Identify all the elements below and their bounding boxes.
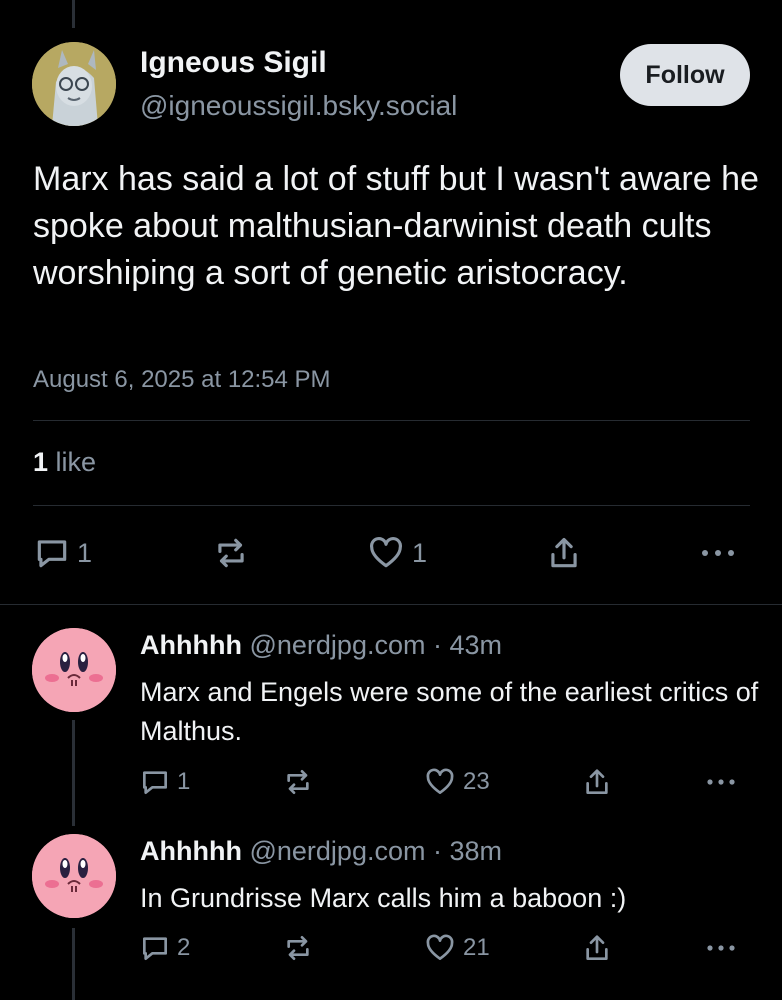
separator: · — [433, 630, 442, 660]
thread-line — [72, 928, 75, 1000]
more-options-button[interactable] — [702, 766, 740, 798]
repost-button[interactable] — [282, 932, 314, 964]
divider — [33, 420, 750, 421]
reply-text: Marx and Engels were some of the earlies… — [140, 677, 759, 746]
share-icon — [545, 534, 583, 572]
post-text: Marx has said a lot of stuff but I wasn'… — [33, 160, 759, 292]
like-count: 23 — [463, 768, 490, 795]
reply-count: 2 — [177, 934, 191, 961]
more-icon — [696, 534, 740, 572]
like-count: 21 — [463, 934, 490, 961]
repost-icon — [282, 932, 314, 964]
like-icon — [423, 766, 457, 798]
thread-line-top — [72, 0, 75, 28]
reply-button[interactable]: 1 — [139, 766, 190, 798]
reply-author-handle[interactable]: @nerdjpg.com — [249, 836, 425, 866]
divider — [33, 505, 750, 506]
repost-icon — [282, 766, 314, 798]
like-button[interactable]: 1 — [366, 534, 427, 572]
reply-header: Ahhhhh @nerdjpg.com · 43m — [140, 630, 502, 661]
reply-author-handle[interactable]: @nerdjpg.com — [249, 630, 425, 660]
reply-header: Ahhhhh @nerdjpg.com · 38m — [140, 836, 502, 867]
reply-icon — [139, 766, 171, 798]
reply-icon — [33, 534, 71, 572]
likes-count: 1 — [33, 447, 49, 477]
divider — [0, 604, 782, 605]
reply-icon — [139, 932, 171, 964]
more-icon — [702, 766, 740, 798]
reply-author-name[interactable]: Ahhhhh — [140, 630, 242, 660]
like-button[interactable]: 23 — [423, 766, 490, 798]
share-button[interactable] — [581, 766, 613, 798]
follow-button[interactable]: Follow — [620, 44, 750, 106]
author-name[interactable]: Igneous Sigil — [140, 46, 327, 80]
repost-button[interactable] — [212, 534, 250, 572]
like-count: 1 — [412, 537, 428, 568]
likes-summary[interactable]: 1 like — [33, 447, 96, 478]
author-avatar[interactable] — [32, 42, 116, 126]
like-icon — [423, 932, 457, 964]
reply-count: 1 — [77, 537, 93, 568]
reply-text: In Grundrisse Marx calls him a baboon :) — [140, 883, 627, 913]
reply-author-name[interactable]: Ahhhhh — [140, 836, 242, 866]
likes-label: like — [55, 447, 97, 477]
share-button[interactable] — [581, 932, 613, 964]
reply-button[interactable]: 2 — [139, 932, 190, 964]
like-button[interactable]: 21 — [423, 932, 490, 964]
author-handle[interactable]: @igneoussigil.bsky.social — [140, 90, 457, 122]
reply-button[interactable]: 1 — [33, 534, 92, 572]
reply-avatar[interactable] — [32, 834, 116, 918]
more-options-button[interactable] — [696, 534, 740, 572]
more-options-button[interactable] — [702, 932, 740, 964]
reply-avatar[interactable] — [32, 628, 116, 712]
repost-icon — [212, 534, 250, 572]
reply-count: 1 — [177, 768, 191, 795]
reply-time: 43m — [449, 630, 503, 660]
like-icon — [366, 534, 406, 572]
share-icon — [581, 766, 613, 798]
repost-button[interactable] — [282, 766, 314, 798]
share-button[interactable] — [545, 534, 583, 572]
thread-line — [72, 720, 75, 826]
reply-time: 38m — [449, 836, 503, 866]
more-icon — [702, 932, 740, 964]
post-timestamp: August 6, 2025 at 12:54 PM — [33, 366, 331, 393]
share-icon — [581, 932, 613, 964]
separator: · — [433, 836, 442, 866]
